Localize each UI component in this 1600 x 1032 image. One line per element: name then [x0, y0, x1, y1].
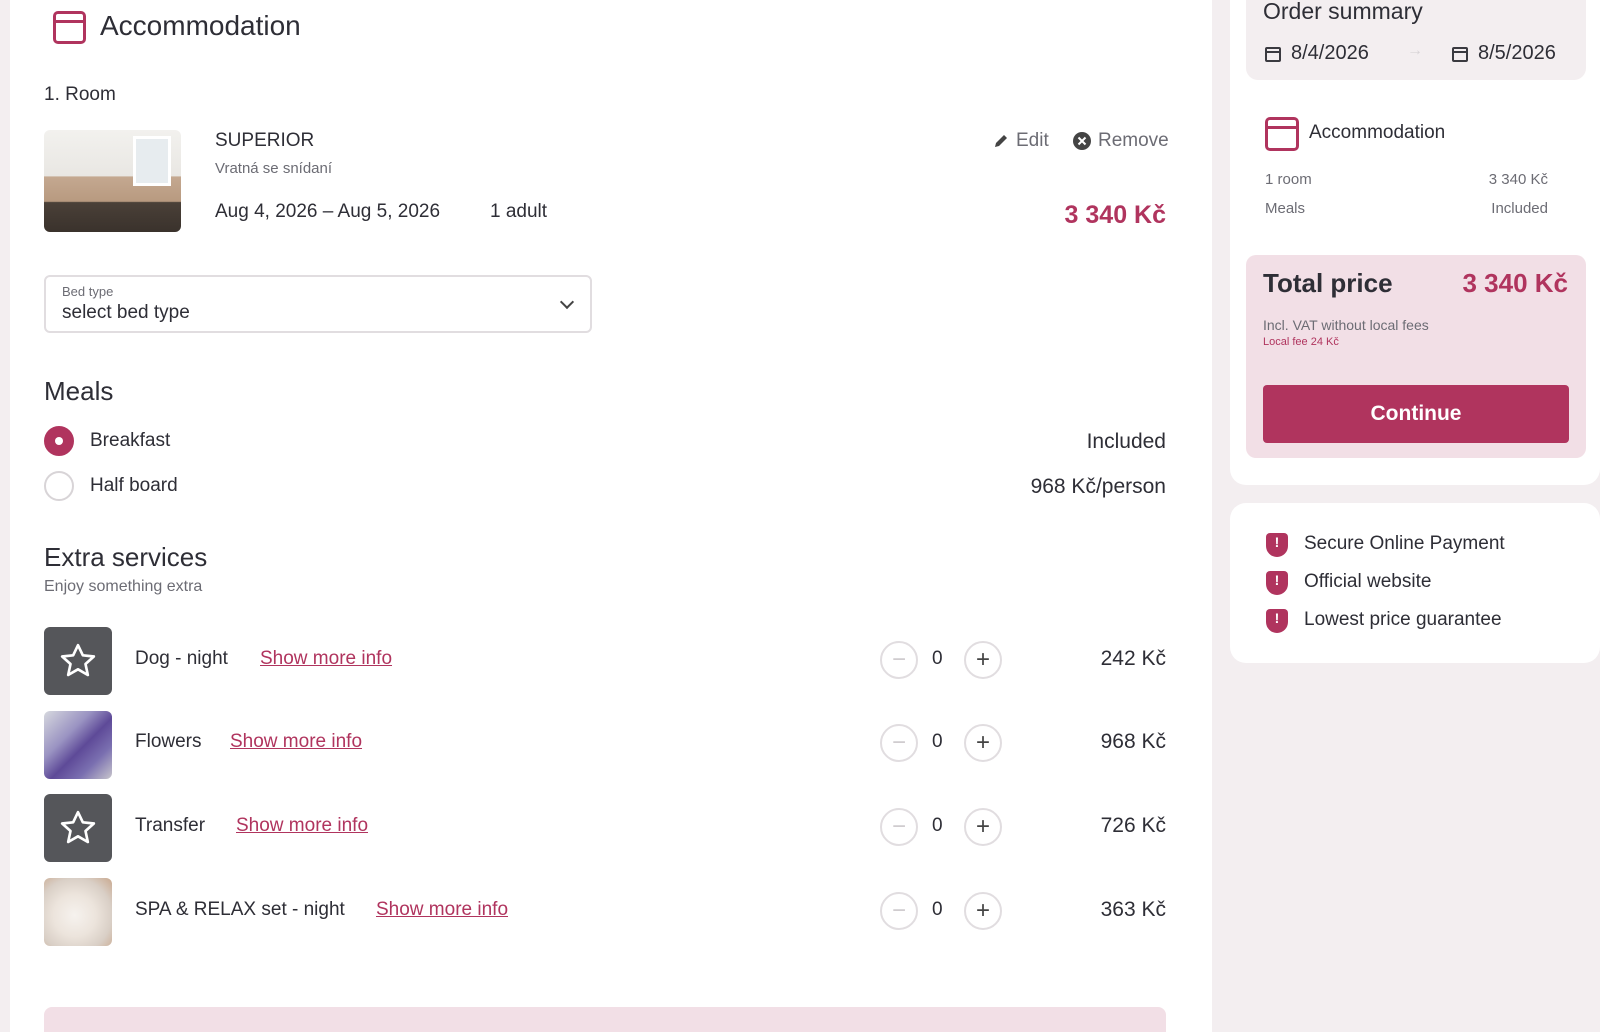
section-title-meals: Meals — [44, 376, 114, 406]
extra-name-spa: SPA & RELAX set - night — [135, 899, 345, 920]
extra-price-spa: 363 Kč — [1100, 898, 1166, 921]
meal-price-breakfast: Included — [1086, 430, 1166, 453]
meal-label-breakfast: Breakfast — [90, 430, 171, 451]
order-summary-card: Order summary 8/4/2026 → 8/5/2026 Accomm… — [1230, 0, 1600, 485]
room-price: 3 340 Kč — [1064, 201, 1166, 229]
summary-accommodation-title: Accommodation — [1309, 122, 1446, 143]
edit-button[interactable]: Edit — [992, 130, 1049, 152]
main-panel: Accommodation 1. Room SUPERIOR Vratná se… — [10, 0, 1212, 1032]
vat-note: Incl. VAT without local fees — [1263, 317, 1429, 333]
show-more-info-link-flowers[interactable]: Show more info — [230, 731, 362, 753]
meal-radio-half-board[interactable] — [44, 471, 74, 501]
trust-item-secure-payment: Secure Online Payment — [1304, 533, 1505, 554]
extra-name-transfer: Transfer — [135, 815, 206, 836]
meal-radio-breakfast[interactable] — [44, 426, 74, 456]
quantity-increment-flowers[interactable]: + — [964, 724, 1002, 762]
summary-row-value-room: 3 340 Kč — [1488, 171, 1548, 188]
shield-icon — [1266, 533, 1288, 557]
quantity-decrement-spa[interactable]: − — [880, 892, 918, 930]
local-fee-note: Local fee 24 Kč — [1263, 336, 1339, 348]
order-summary-title: Order summary — [1263, 0, 1423, 24]
shield-icon — [1266, 609, 1288, 633]
quantity-value-dog: 0 — [932, 648, 943, 669]
calendar-icon — [1265, 47, 1281, 62]
summary-row-label-room: 1 room — [1265, 171, 1312, 188]
bed-type-label: Bed type — [62, 284, 114, 299]
remove-label: Remove — [1098, 130, 1169, 151]
chevron-down-icon — [559, 294, 575, 310]
extra-price-dog: 242 Kč — [1100, 647, 1166, 670]
calendar-icon — [1452, 47, 1468, 62]
edit-label: Edit — [1016, 130, 1049, 151]
room-guests: 1 adult — [490, 201, 548, 222]
extra-thumb-transfer — [44, 794, 112, 862]
total-price-label: Total price — [1263, 268, 1393, 298]
remove-button[interactable]: Remove — [1072, 130, 1169, 152]
total-price-value: 3 340 Kč — [1462, 268, 1568, 298]
total-price-box: Total price 3 340 Kč Incl. VAT without l… — [1246, 255, 1586, 458]
date-from: 8/4/2026 — [1291, 42, 1369, 64]
pencil-icon — [995, 135, 1007, 147]
extra-name-dog: Dog - night — [135, 648, 228, 669]
extra-price-flowers: 968 Kč — [1100, 730, 1166, 753]
extra-thumb-dog — [44, 627, 112, 695]
quantity-decrement-dog[interactable]: − — [880, 641, 918, 679]
show-more-info-link-dog[interactable]: Show more info — [260, 648, 392, 670]
show-more-info-link-spa[interactable]: Show more info — [376, 899, 508, 921]
room-name: SUPERIOR — [215, 130, 315, 151]
extra-thumb-spa — [44, 878, 112, 946]
extra-services-subtitle: Enjoy something extra — [44, 578, 203, 595]
shield-icon — [1266, 571, 1288, 595]
room-photo — [44, 130, 181, 232]
calendar-icon — [1265, 117, 1299, 151]
quantity-value-flowers: 0 — [932, 731, 943, 752]
trust-item-official-website: Official website — [1304, 571, 1432, 592]
summary-row-label-meals: Meals — [1265, 200, 1306, 217]
room-dates: Aug 4, 2026 – Aug 5, 2026 — [215, 201, 441, 222]
summary-row-value-meals: Included — [1491, 200, 1548, 217]
extra-thumb-flowers — [44, 711, 112, 779]
calendar-icon — [53, 11, 86, 44]
arrow-right-icon: → — [1407, 42, 1423, 59]
trust-badges-card: Secure Online Payment Official website L… — [1230, 503, 1600, 663]
bottom-total-strip — [44, 1007, 1166, 1032]
room-heading: 1. Room — [44, 84, 116, 105]
section-title-extra-services: Extra services — [44, 542, 208, 572]
meal-label-half-board: Half board — [90, 475, 178, 496]
extra-name-flowers: Flowers — [135, 731, 202, 752]
bed-type-select[interactable]: Bed type select bed type — [44, 275, 592, 333]
quantity-increment-transfer[interactable]: + — [964, 808, 1002, 846]
date-to: 8/5/2026 — [1478, 42, 1556, 64]
quantity-increment-spa[interactable]: + — [964, 892, 1002, 930]
quantity-decrement-transfer[interactable]: − — [880, 808, 918, 846]
meal-price-half-board: 968 Kč/person — [1030, 475, 1166, 498]
trust-item-lowest-price: Lowest price guarantee — [1304, 609, 1502, 630]
room-photo-window — [133, 136, 171, 186]
remove-icon — [1073, 132, 1091, 150]
quantity-value-spa: 0 — [932, 899, 943, 920]
bed-type-value: select bed type — [62, 302, 190, 323]
quantity-decrement-flowers[interactable]: − — [880, 724, 918, 762]
quantity-increment-dog[interactable]: + — [964, 641, 1002, 679]
show-more-info-link-transfer[interactable]: Show more info — [236, 815, 368, 837]
room-rate: Vratná se snídaní — [215, 160, 333, 177]
quantity-value-transfer: 0 — [932, 815, 943, 836]
extra-price-transfer: 726 Kč — [1100, 814, 1166, 837]
star-icon — [60, 810, 96, 844]
continue-button[interactable]: Continue — [1263, 385, 1569, 443]
star-icon — [60, 643, 96, 677]
section-title-accommodation: Accommodation — [100, 10, 301, 41]
